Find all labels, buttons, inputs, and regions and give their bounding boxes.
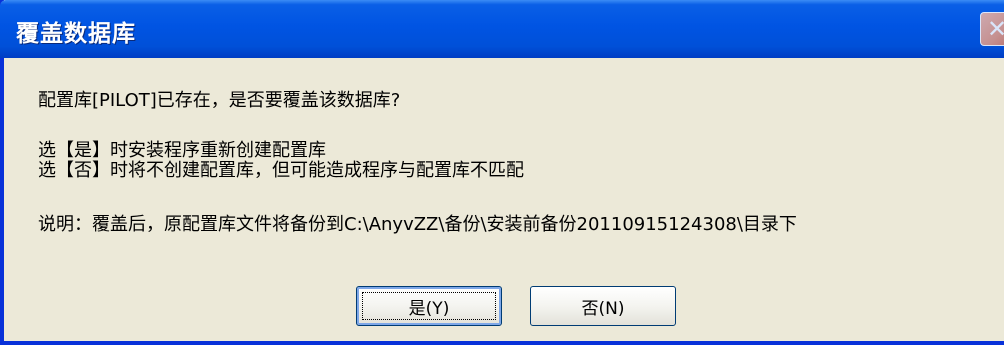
no-explanation-text: 选【否】时将不创建配置库，但可能造成程序与配置库不匹配 [38,160,524,181]
close-icon: ✕ [987,15,1004,43]
yes-button[interactable]: 是(Y) [356,286,502,326]
title-bar[interactable]: 覆盖数据库 ✕ [0,0,1004,58]
dialog-window: 覆盖数据库 ✕ 配置库[PILOT]已存在，是否要覆盖该数据库? 选【是】时安装… [0,0,1004,345]
question-text: 配置库[PILOT]已存在，是否要覆盖该数据库? [38,90,401,111]
note-text: 说明：覆盖后，原配置库文件将备份到C:\AnyvZZ\备份\安装前备份20110… [38,214,797,235]
no-button[interactable]: 否(N) [530,286,676,326]
dialog-title: 覆盖数据库 [16,21,136,47]
close-button[interactable]: ✕ [980,12,1004,46]
dialog-body: 配置库[PILOT]已存在，是否要覆盖该数据库? 选【是】时安装程序重新创建配置… [4,58,1004,341]
no-button-label: 否(N) [581,298,625,319]
focus-rectangle [362,292,496,320]
